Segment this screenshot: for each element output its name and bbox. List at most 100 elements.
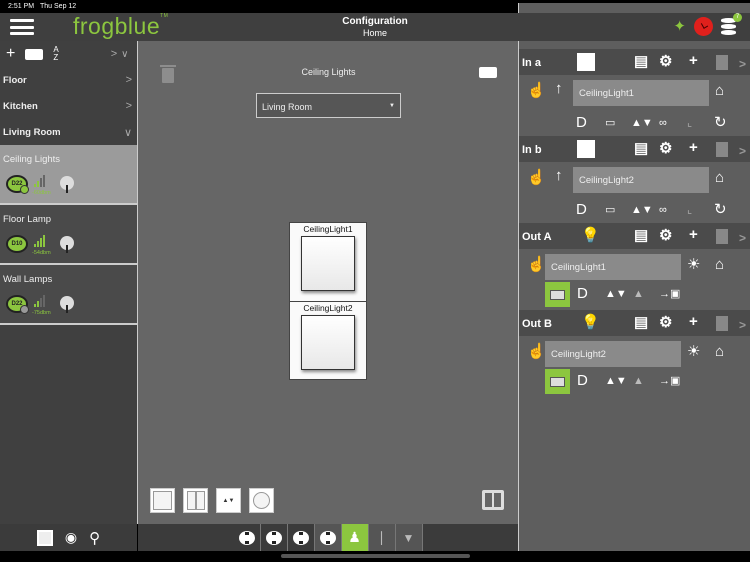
edit-icon[interactable] [479, 67, 497, 78]
switch-ceilinglight2[interactable]: CeilingLight2 [289, 301, 367, 380]
add-icon[interactable]: + [689, 314, 698, 329]
battery-module-icon[interactable]: ▭ [605, 118, 615, 129]
up-down-icon[interactable]: ▲▼ [631, 118, 653, 129]
right-panel: In a ▤ ⚙ + > ☝ ↑ CeilingLight1 ⌂ D ▭ ▲▼ … [518, 41, 750, 551]
module-type-4[interactable] [314, 524, 342, 551]
frog-icon[interactable]: ✦ [673, 17, 686, 35]
output-name-field[interactable]: CeilingLight1 [545, 254, 681, 280]
loop-icon[interactable]: ↻ [714, 202, 727, 217]
input-type-icon[interactable] [577, 140, 595, 158]
and-gate-icon[interactable]: D [576, 202, 587, 217]
thermometer-icon[interactable]: ∣ [368, 524, 396, 551]
loop-icon[interactable]: ↻ [714, 115, 727, 130]
chevron-right-icon[interactable]: > [111, 48, 117, 60]
switch-pad[interactable] [301, 315, 355, 370]
document-icon[interactable]: ▤ [634, 141, 648, 156]
split-view-button[interactable] [482, 490, 504, 510]
user-icon[interactable]: ♟ [341, 524, 369, 551]
module-type-2[interactable] [261, 524, 288, 551]
switch-pad[interactable] [301, 236, 355, 291]
chevron-right-icon[interactable]: > [739, 144, 746, 158]
add-icon[interactable]: + [689, 140, 698, 155]
touch-icon: ☝ [527, 169, 546, 186]
ramp-icon[interactable]: ▲ [633, 376, 644, 387]
module-type-1[interactable] [234, 524, 261, 551]
ramp-icon[interactable]: ▲ [633, 289, 644, 300]
chevron-right-icon[interactable]: > [739, 231, 746, 245]
up-down-icon[interactable]: ▲▼ [631, 205, 653, 216]
switch-ceilinglight1[interactable]: CeilingLight1 [289, 222, 367, 302]
chevron-down-icon[interactable]: ∨ [121, 49, 128, 60]
delay-icon[interactable]: ⌞ [687, 205, 692, 216]
battery-module-icon[interactable]: ▭ [605, 205, 615, 216]
brightness-icon[interactable]: ☀ [687, 257, 700, 272]
search-icon[interactable]: ⚲ [89, 529, 100, 547]
document-icon[interactable]: ▤ [634, 315, 648, 330]
brightness-icon[interactable]: ☀ [687, 344, 700, 359]
gear-icon[interactable]: ⚙ [659, 315, 672, 330]
input-name-field[interactable]: CeilingLight2 [573, 167, 709, 193]
home-icon[interactable]: ⌂ [715, 170, 724, 185]
input-type-icon[interactable] [577, 53, 595, 71]
home-icon[interactable]: ⌂ [715, 83, 724, 98]
gear-icon[interactable]: ⚙ [659, 228, 672, 243]
blind-switch-button[interactable]: ▲▼ [216, 488, 241, 513]
square-icon[interactable] [36, 529, 53, 546]
link-icon[interactable]: ∞ [659, 205, 667, 216]
device-wall-lamps[interactable]: Wall Lamps D22 -75dbm [0, 265, 137, 325]
document-icon[interactable]: ▤ [634, 54, 648, 69]
output-name-field[interactable]: CeilingLight2 [545, 341, 681, 367]
trash-icon[interactable] [716, 316, 728, 331]
database-icon[interactable]: 7 [721, 13, 742, 36]
home-icon[interactable]: ⌂ [715, 344, 724, 359]
plug-icon [60, 296, 74, 313]
socket-button[interactable] [249, 488, 274, 513]
trash-icon[interactable] [716, 55, 728, 70]
and-gate-icon[interactable]: D [576, 115, 587, 130]
chevron-right-icon[interactable]: > [739, 318, 746, 332]
edit-icon[interactable] [25, 48, 44, 60]
gear-icon[interactable]: ⚙ [659, 54, 672, 69]
device-ceiling-lights[interactable]: Ceiling Lights D22 -60dbm [0, 145, 137, 205]
home-indicator[interactable] [281, 554, 470, 558]
trash-icon[interactable] [716, 142, 728, 157]
room-floor[interactable]: Floor > [0, 67, 137, 93]
add-icon[interactable]: + [689, 227, 698, 242]
module-button-active[interactable] [545, 282, 570, 307]
exit-icon[interactable]: →▣ [659, 376, 680, 387]
module-button-active[interactable] [545, 369, 570, 394]
and-gate-icon[interactable]: D [577, 286, 588, 301]
add-icon[interactable]: + [689, 53, 698, 68]
room-select[interactable]: Living Room ▼ [256, 93, 401, 118]
add-icon[interactable]: + [6, 45, 15, 63]
trash-icon[interactable] [716, 229, 728, 244]
chevron-right-icon: > [125, 74, 132, 86]
input-name-field[interactable]: CeilingLight1 [573, 80, 709, 106]
plug-icon [60, 176, 74, 193]
up-down-icon[interactable]: ▲▼ [605, 289, 627, 300]
plug-icon[interactable]: ▼ [395, 524, 423, 551]
room-living-room[interactable]: Living Room ∨ [0, 119, 137, 145]
delay-icon[interactable]: ⌞ [687, 118, 692, 129]
gear-icon[interactable]: ⚙ [659, 141, 672, 156]
home-icon[interactable]: ⌂ [715, 257, 724, 272]
single-switch-button[interactable] [150, 488, 175, 513]
left-bottom-bar: ◉ ⚲ [0, 524, 137, 551]
link-icon[interactable]: ∞ [659, 118, 667, 129]
double-switch-button[interactable] [183, 488, 208, 513]
up-down-icon[interactable]: ▲▼ [605, 376, 627, 387]
document-icon[interactable]: ▤ [634, 228, 648, 243]
bulb-icon[interactable]: 💡 [581, 315, 600, 330]
sort-az-icon[interactable]: AZ [53, 46, 58, 62]
exit-icon[interactable]: →▣ [659, 289, 680, 300]
status-time: 2:51 PM [8, 3, 35, 10]
room-kitchen[interactable]: Kitchen > [0, 93, 137, 119]
bulb-icon[interactable]: 💡 [581, 228, 600, 243]
timer-icon[interactable] [694, 16, 713, 36]
input-header-in-a: In a ▤ ⚙ + > [519, 49, 750, 75]
device-floor-lamp[interactable]: Floor Lamp D10 -54dbm [0, 205, 137, 265]
locate-icon[interactable]: ◉ [65, 529, 77, 546]
module-type-3[interactable] [288, 524, 315, 551]
and-gate-icon[interactable]: D [577, 373, 588, 388]
chevron-right-icon[interactable]: > [739, 57, 746, 71]
